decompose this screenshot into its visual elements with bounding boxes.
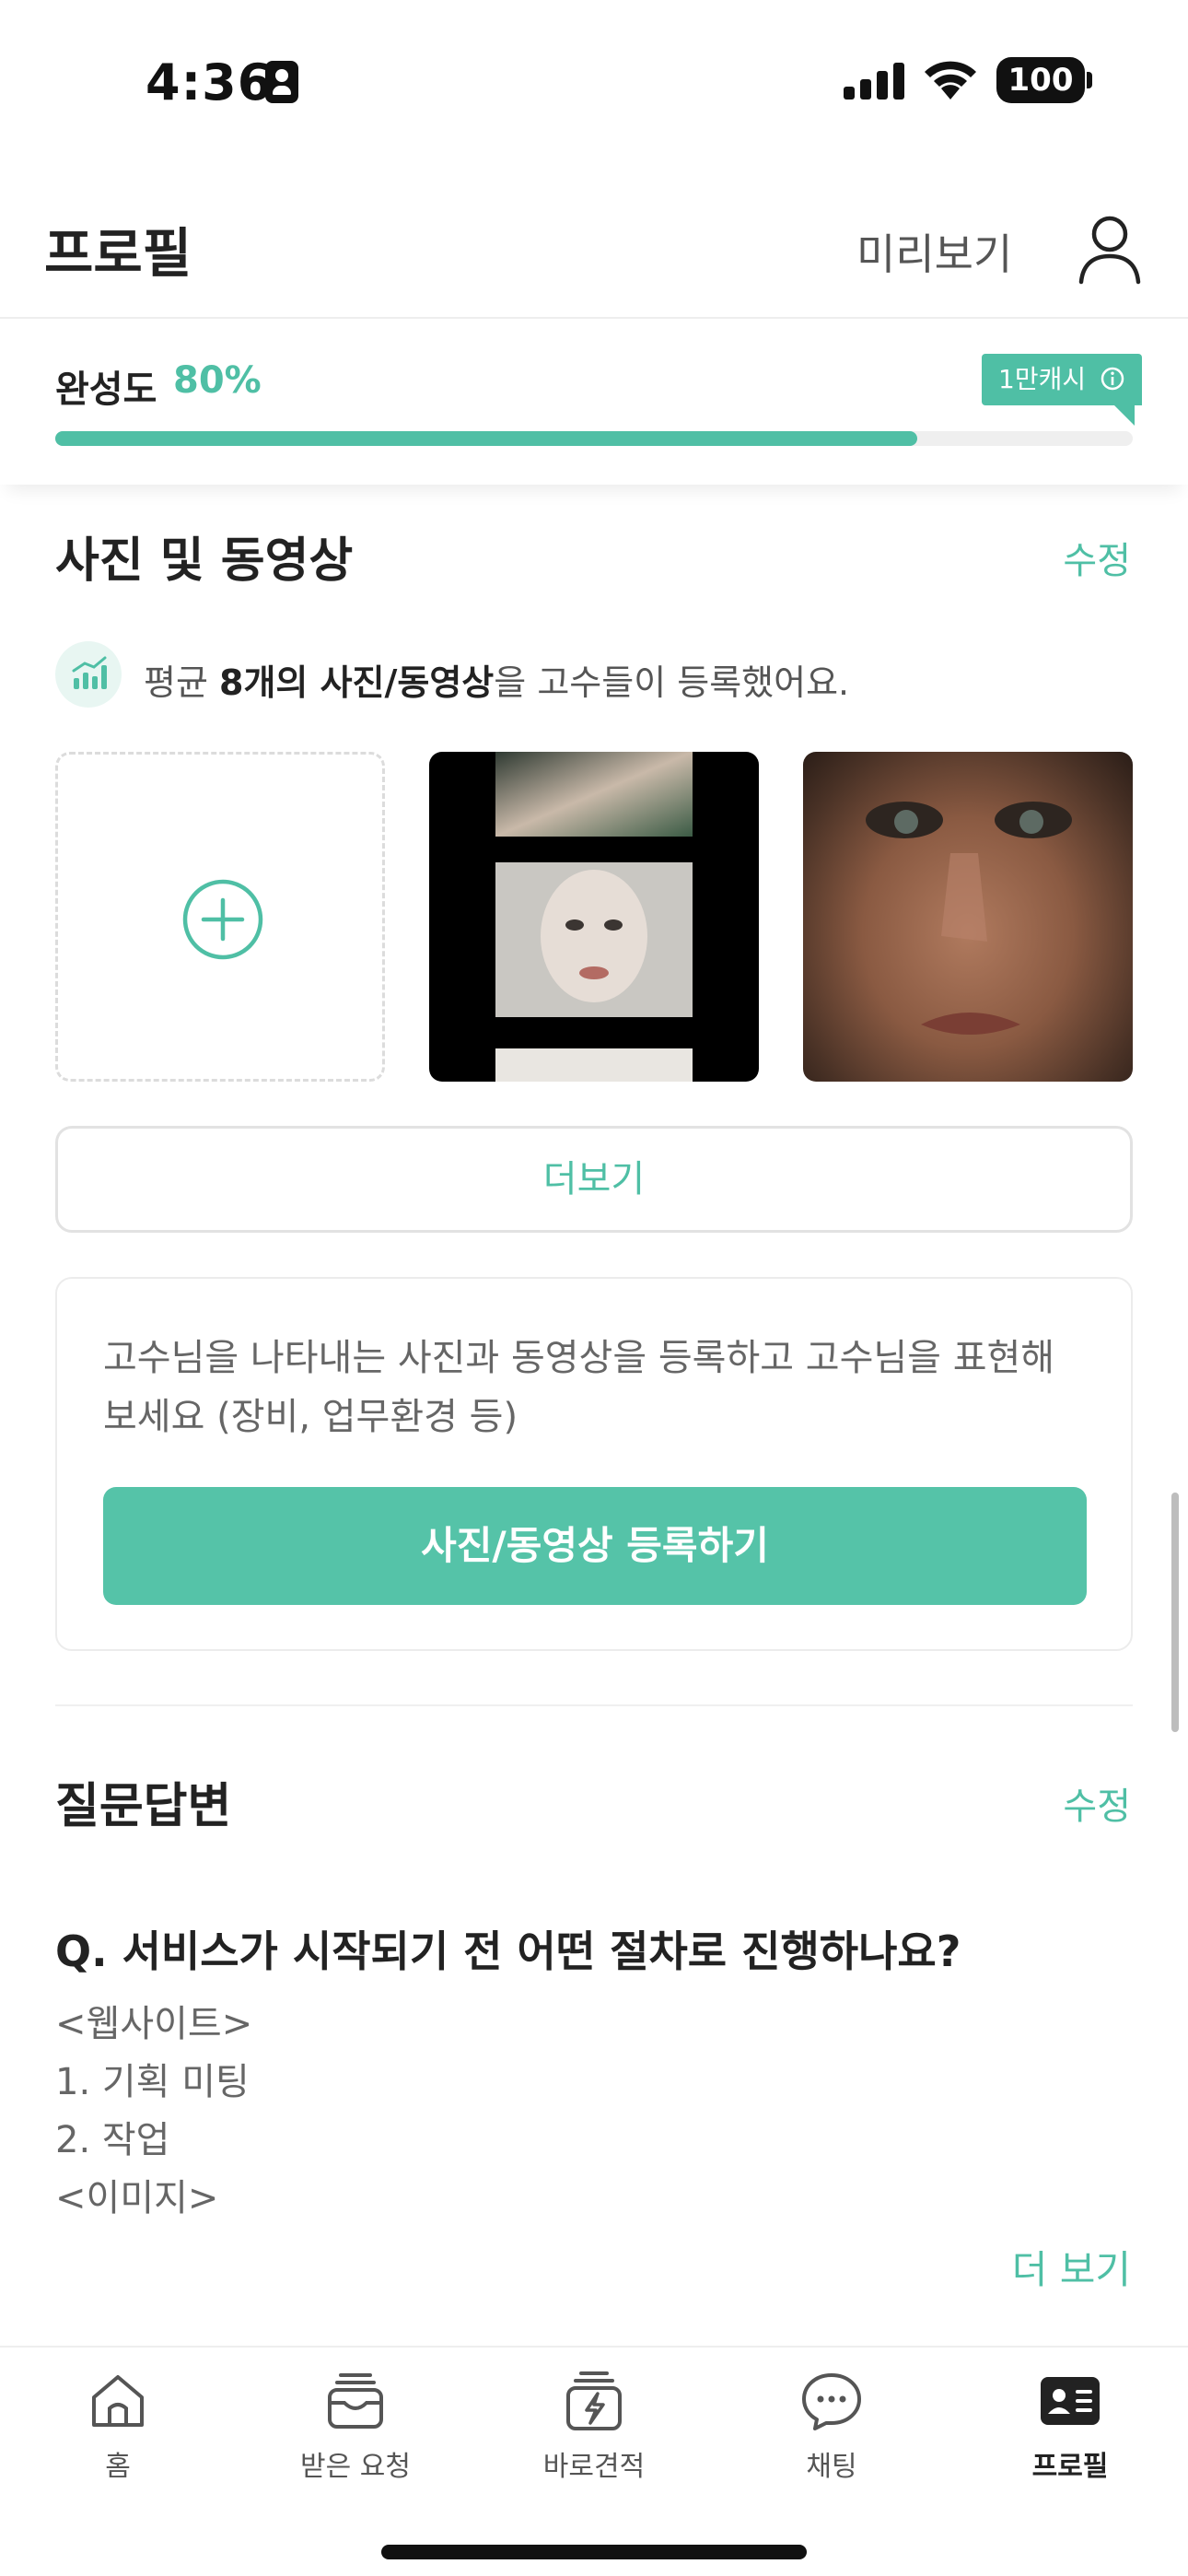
user-icon[interactable] — [1076, 212, 1144, 286]
status-time: 4:36 — [146, 53, 274, 111]
quick-quote-icon — [566, 2371, 622, 2430]
battery-indicator: 100 — [996, 57, 1085, 103]
nav-label: 프로필 — [1031, 2451, 1109, 2483]
media-thumbnail[interactable] — [803, 752, 1133, 1082]
qa-more-link[interactable]: 더 보기 — [1012, 2239, 1131, 2295]
page-title: 프로필 — [44, 222, 192, 285]
home-icon — [92, 2375, 144, 2427]
hint-suffix: 을 고수들이 등록했어요. — [494, 662, 850, 703]
media-grid — [55, 752, 1133, 1082]
media-hint: 평균 8개의 사진/동영상을 고수들이 등록했어요. — [55, 641, 1142, 709]
media-hint-text: 평균 8개의 사진/동영상을 고수들이 등록했어요. — [144, 654, 849, 705]
contact-badge-icon — [265, 61, 298, 103]
hint-bold: 8개의 사진/동영상 — [219, 662, 495, 703]
qa-answer: <웹사이트> 1. 기획 미팅 2. 작업 <이미지> — [55, 1996, 252, 2228]
media-register-description: 고수님을 나타내는 사진과 동영상을 등록하고 고수님을 표현해 보세요 (장비… — [103, 1337, 1055, 1438]
badge-tail — [1114, 405, 1135, 426]
nav-label: 홈 — [105, 2451, 131, 2483]
media-thumbnail[interactable] — [429, 752, 759, 1082]
completion-value: 80% — [173, 359, 262, 402]
nav-chat[interactable]: 채팅 — [740, 2368, 924, 2506]
nav-home[interactable]: 홈 — [26, 2368, 210, 2506]
answer-line: 2. 작업 — [55, 2119, 170, 2161]
answer-line: 1. 기획 미팅 — [55, 2061, 250, 2103]
nav-profile[interactable]: 프로필 — [978, 2368, 1162, 2506]
home-indicator — [381, 2545, 807, 2559]
media-register-card: 고수님을 나타내는 사진과 동영상을 등록하고 고수님을 표현해 보세요 (장비… — [55, 1277, 1133, 1651]
media-section-title: 사진 및 동영상 — [55, 533, 354, 589]
add-circle-icon — [182, 879, 263, 960]
battery-tip — [1087, 72, 1092, 88]
chat-icon — [802, 2373, 861, 2430]
cash-reward-badge[interactable]: 1만캐시 — [982, 354, 1143, 405]
show-more-media-button[interactable]: 더보기 — [55, 1126, 1133, 1233]
add-media-tile[interactable] — [55, 752, 385, 1082]
completion-progress-fill — [55, 431, 917, 446]
profile-card-icon — [1041, 2377, 1100, 2425]
page-header: 프로필 미리보기 — [0, 184, 1188, 319]
nav-label: 채팅 — [806, 2451, 857, 2483]
portrait-image — [866, 802, 1072, 1035]
register-media-button[interactable]: 사진/동영상 등록하기 — [103, 1487, 1087, 1605]
info-icon — [1101, 367, 1124, 391]
nav-label: 받은 요청 — [300, 2451, 411, 2483]
status-bar: 4:36 100 — [0, 0, 1188, 157]
bottom-navigation: 홈 받은 요청 바로견적 채팅 프로필 — [0, 2346, 1188, 2576]
artwork-strip-image — [495, 752, 693, 1082]
cash-badge-label: 1만캐시 — [998, 364, 1087, 394]
hint-prefix: 평균 — [144, 662, 219, 703]
wifi-icon — [925, 61, 976, 100]
qa-section-title: 질문답변 — [55, 1779, 232, 1834]
preview-button[interactable]: 미리보기 — [856, 221, 1012, 282]
section-divider — [55, 1704, 1133, 1706]
answer-line: <웹사이트> — [55, 2003, 253, 2045]
answer-line: <이미지> — [55, 2177, 219, 2219]
qa-question: Q. 서비스가 시작되기 전 어떤 절차로 진행하나요? — [55, 1926, 961, 1976]
media-edit-button[interactable]: 수정 — [1063, 531, 1131, 584]
completion-progress-bar — [55, 431, 1133, 446]
cellular-signal-icon — [844, 61, 906, 100]
completion-label: 완성도 — [55, 369, 157, 411]
scrollbar[interactable] — [1171, 1493, 1179, 1732]
nav-received-requests[interactable]: 받은 요청 — [263, 2368, 448, 2506]
nav-quick-quote[interactable]: 바로견적 — [502, 2368, 686, 2506]
bar-chart-icon — [55, 641, 122, 708]
nav-label: 바로견적 — [542, 2451, 646, 2483]
qa-edit-button[interactable]: 수정 — [1063, 1776, 1131, 1830]
inbox-icon — [328, 2373, 383, 2429]
completion-panel: 완성도 80% 1만캐시 — [0, 321, 1188, 485]
